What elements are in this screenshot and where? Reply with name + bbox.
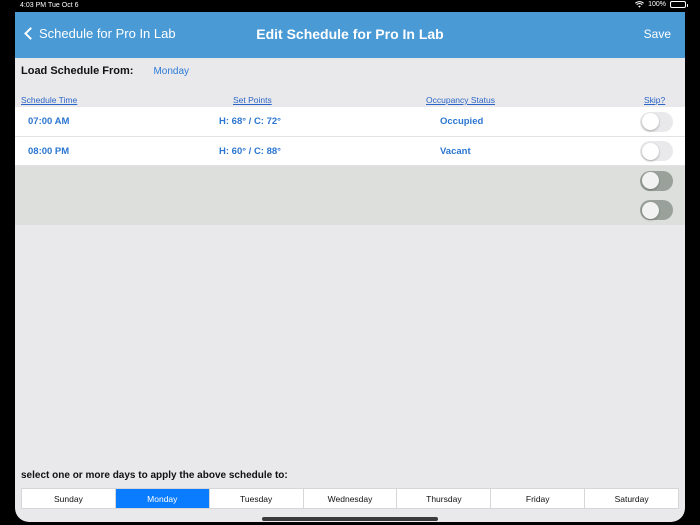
battery-percent: 100% (648, 1, 666, 8)
skip-toggle[interactable] (640, 141, 673, 161)
battery-icon (670, 1, 688, 8)
day-saturday[interactable]: Saturday (585, 489, 678, 508)
column-header-set-points[interactable]: Set Points (233, 95, 272, 105)
day-sunday[interactable]: Sunday (22, 489, 116, 508)
load-schedule-label: Load Schedule From: (21, 65, 134, 77)
apply-days-label: select one or more days to apply the abo… (21, 470, 288, 481)
day-monday[interactable]: Monday (115, 489, 210, 508)
occupancy-cell[interactable]: Occupied (440, 116, 483, 127)
day-friday[interactable]: Friday (491, 489, 586, 508)
app-screen: Schedule for Pro In Lab Edit Schedule fo… (15, 12, 685, 522)
status-bar: 4:03 PM Tue Oct 6 100% (0, 0, 700, 12)
day-thursday[interactable]: Thursday (397, 489, 492, 508)
table-header: Schedule Time Set Points Occupancy Statu… (15, 95, 685, 107)
occupancy-cell[interactable]: Vacant (440, 146, 471, 157)
schedule-time-cell[interactable]: 07:00 AM (28, 116, 69, 127)
device-frame: 4:03 PM Tue Oct 6 100% Schedule for Pro … (0, 0, 700, 525)
skip-toggle-disabled (640, 170, 673, 191)
set-points-cell[interactable]: H: 68° / C: 72° (219, 116, 281, 127)
nav-bar: Schedule for Pro In Lab Edit Schedule fo… (15, 12, 685, 58)
page-title: Edit Schedule for Pro In Lab (256, 26, 444, 42)
empty-table-row (15, 195, 685, 225)
load-schedule-row: Load Schedule From: Monday (21, 65, 189, 77)
load-schedule-select[interactable]: Monday (153, 66, 189, 77)
wifi-icon (635, 1, 645, 8)
status-time: 4:03 PM (20, 2, 47, 9)
save-button[interactable]: Save (644, 27, 671, 41)
schedule-table: 07:00 AM H: 68° / C: 72° Occupied 08:00 … (15, 107, 685, 225)
table-row[interactable]: 07:00 AM H: 68° / C: 72° Occupied (15, 107, 685, 137)
status-right: 100% (635, 1, 688, 8)
home-indicator[interactable] (262, 517, 438, 521)
skip-toggle[interactable] (640, 111, 673, 132)
table-row[interactable]: 08:00 PM H: 60° / C: 88° Vacant (15, 136, 685, 166)
day-tuesday[interactable]: Tuesday (210, 489, 304, 508)
empty-table-row (15, 166, 685, 196)
day-selector: Sunday Monday Tuesday Wednesday Thursday… (21, 488, 679, 509)
status-date: Tue Oct 6 (48, 2, 79, 9)
skip-toggle-disabled (640, 200, 673, 220)
set-points-cell[interactable]: H: 60° / C: 88° (219, 146, 281, 157)
column-header-schedule-time[interactable]: Schedule Time (21, 95, 77, 105)
day-wednesday[interactable]: Wednesday (304, 489, 398, 508)
column-header-occupancy-status[interactable]: Occupancy Status (426, 95, 495, 105)
column-header-skip[interactable]: Skip? (644, 95, 665, 105)
schedule-time-cell[interactable]: 08:00 PM (28, 146, 69, 157)
